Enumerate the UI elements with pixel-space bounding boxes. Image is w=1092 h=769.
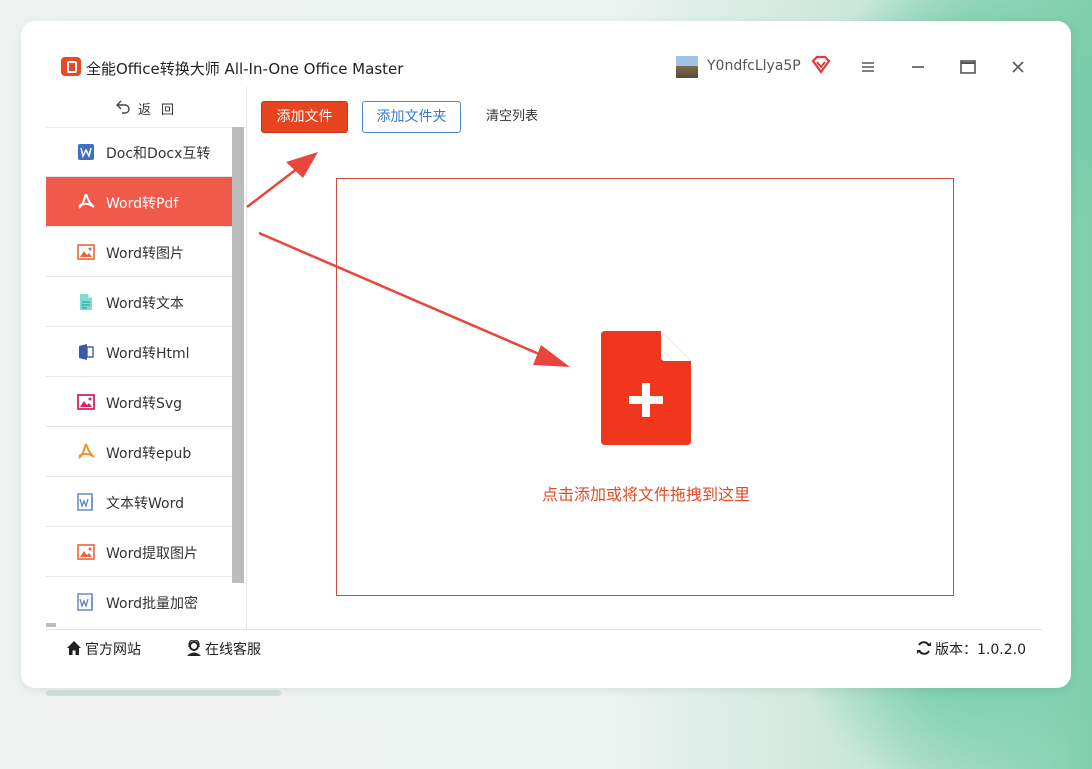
sidebar-item-label: Word转Html xyxy=(106,346,190,362)
svg-image-icon xyxy=(77,394,95,410)
back-label: 返回 xyxy=(138,103,185,118)
pdf-icon xyxy=(78,193,95,209)
footer-link-label: 官方网站 xyxy=(85,642,141,658)
feature-menu: Doc和Docx互转 Word转Pdf Word转图片 Word转文本 Word… xyxy=(46,127,232,626)
vip-diamond-icon[interactable] xyxy=(810,55,832,75)
sidebar-item-label: Word转文本 xyxy=(106,296,184,312)
back-button[interactable]: 返回 xyxy=(46,87,246,128)
add-file-button[interactable]: 添加文件 xyxy=(261,101,348,133)
sidebar-item-label: Word批量加密 xyxy=(106,596,198,612)
epub-icon xyxy=(78,443,95,459)
sidebar-item-text-word[interactable]: 文本转Word xyxy=(46,477,232,527)
sidebar-item-label: 文本转Word xyxy=(106,496,184,512)
add-file-icon[interactable] xyxy=(601,331,691,445)
app-title: 全能Office转换大师 All-In-One Office Master xyxy=(86,60,404,78)
sidebar-item-label: Word转Pdf xyxy=(106,196,179,212)
sidebar-item-word-text[interactable]: Word转文本 xyxy=(46,277,232,327)
sidebar-item-word-svg[interactable]: Word转Svg xyxy=(46,377,232,427)
text-file-icon xyxy=(80,294,92,310)
user-avatar[interactable] xyxy=(676,56,698,78)
title-bar: 全能Office转换大师 All-In-One Office Master Y0… xyxy=(46,45,1042,87)
support-agent-icon xyxy=(187,639,201,656)
sidebar-item-label: Word转图片 xyxy=(106,246,184,262)
sidebar-scrollbar[interactable] xyxy=(232,127,244,583)
app-window: 全能Office转换大师 All-In-One Office Master Y0… xyxy=(46,45,1042,665)
word-icon xyxy=(77,493,93,511)
html-icon xyxy=(79,344,94,360)
taskbar-strip xyxy=(46,690,281,696)
version-info[interactable]: 版本：1.0.2.0 xyxy=(916,639,1026,659)
add-folder-button[interactable]: 添加文件夹 xyxy=(362,101,461,133)
scroll-indicator xyxy=(46,623,56,627)
image-icon xyxy=(77,544,95,560)
sidebar: 返回 Doc和Docx互转 Word转Pdf Word转图片 Word转文本 W… xyxy=(46,87,247,629)
app-logo-icon xyxy=(61,57,81,76)
scrollbar-thumb[interactable] xyxy=(232,127,244,583)
footer-link-label: 在线客服 xyxy=(205,642,261,658)
sidebar-item-label: Word转Svg xyxy=(106,396,183,412)
clear-list-button[interactable]: 清空列表 xyxy=(481,101,543,133)
sidebar-item-word-image[interactable]: Word转图片 xyxy=(46,227,232,277)
annotation-arrow xyxy=(246,152,318,208)
close-icon[interactable] xyxy=(1008,57,1028,77)
drop-hint-text: 点击添加或将文件拖拽到这里 xyxy=(541,485,750,504)
official-website-link[interactable]: 官方网站 xyxy=(66,639,141,659)
sidebar-item-extract-image[interactable]: Word提取图片 xyxy=(46,527,232,577)
menu-icon[interactable] xyxy=(858,57,878,77)
minimize-icon[interactable] xyxy=(908,57,928,77)
word-icon xyxy=(77,593,93,611)
sidebar-item-label: Doc和Docx互转 xyxy=(106,146,211,162)
image-icon xyxy=(77,244,95,260)
sidebar-item-label: Word提取图片 xyxy=(106,546,198,562)
sidebar-item-word-pdf[interactable]: Word转Pdf xyxy=(46,177,232,227)
maximize-icon[interactable] xyxy=(958,57,978,77)
file-drop-zone[interactable]: 点击添加或将文件拖拽到这里 xyxy=(336,178,954,596)
sidebar-item-batch-encrypt[interactable]: Word批量加密 xyxy=(46,577,232,626)
sidebar-item-word-epub[interactable]: Word转epub xyxy=(46,427,232,477)
version-text: 版本：1.0.2.0 xyxy=(935,642,1026,658)
word-doc-icon xyxy=(78,144,94,160)
back-arrow-icon xyxy=(116,100,130,114)
sidebar-item-label: Word转epub xyxy=(106,446,192,462)
home-icon xyxy=(67,641,81,655)
refresh-icon xyxy=(917,641,931,655)
sidebar-item-doc-docx[interactable]: Doc和Docx互转 xyxy=(46,127,232,177)
sidebar-item-word-html[interactable]: Word转Html xyxy=(46,327,232,377)
online-support-link[interactable]: 在线客服 xyxy=(186,639,261,659)
username[interactable]: Y0ndfcLlya5P xyxy=(707,58,801,74)
footer: 官方网站 在线客服 版本：1.0.2.0 xyxy=(46,629,1042,666)
